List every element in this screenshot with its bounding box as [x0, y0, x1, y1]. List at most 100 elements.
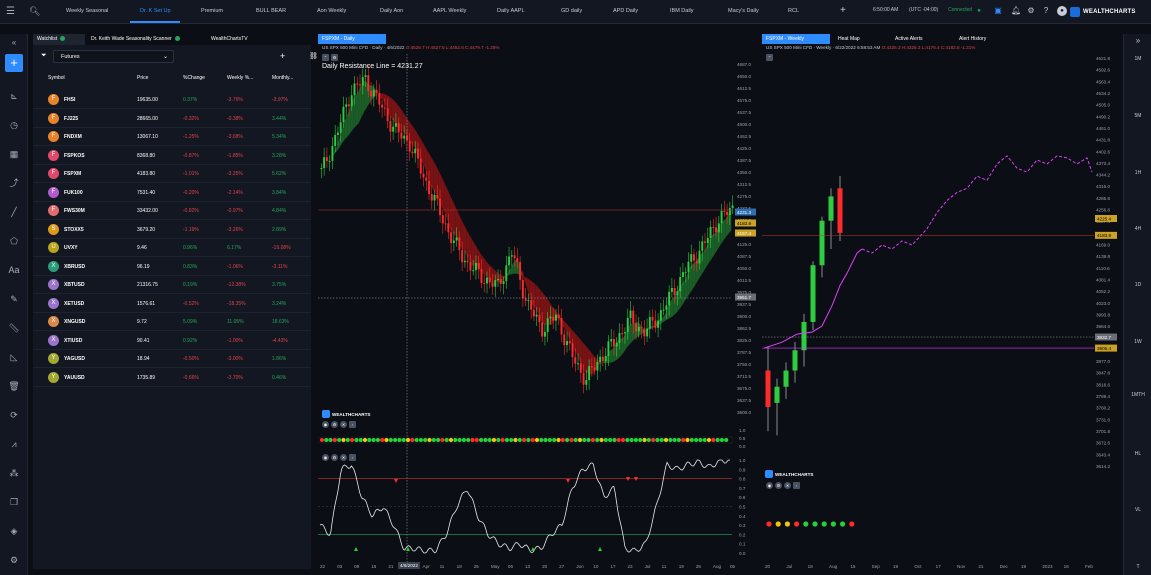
filter-icon[interactable]: ⏷ [41, 52, 47, 60]
tab-watchlist[interactable]: Watchlist [37, 36, 66, 42]
copy-icon[interactable]: ❐ [7, 495, 21, 509]
layout-tab[interactable]: Dr. K Set Up [140, 6, 171, 17]
osc2-expand-icon[interactable]: ▫ [349, 454, 356, 461]
trash-icon[interactable]: 🗑︎ [7, 379, 21, 393]
notification-bell-icon[interactable]: 🔔︎ [1011, 6, 1021, 16]
watchlist-row[interactable]: F FWS30M 33432.00 -0.82% -0.97% 4.84% [33, 202, 311, 220]
add-symbol-button[interactable]: + [280, 51, 285, 61]
layout-tab[interactable]: RCL [788, 6, 799, 17]
weekly-price-chart[interactable]: 4621.8 4592.6 4563.4 4534.2 4505.0 4490.2 4461… [762, 34, 1119, 575]
watchlist-selector[interactable]: Futures ⌄ [53, 50, 174, 63]
watchlist-row[interactable]: F FSPKOS 8368.80 -0.87% -1.85% 3.28% [33, 147, 311, 165]
shapes-icon[interactable]: ⬠ [7, 234, 21, 248]
layout-tab[interactable]: Premium [201, 6, 223, 17]
hamburger-menu-icon[interactable]: ☰ [6, 6, 17, 17]
layout-tab[interactable]: Daily Aon [380, 6, 403, 17]
osc2-remove-icon[interactable]: ✕ [340, 454, 347, 461]
timezone-label[interactable]: (UTC -04:00) [909, 7, 938, 13]
watchlist-row[interactable]: X XETUSD 1576.61 -0.52% -18.35% 3.24% [33, 295, 311, 313]
tab-wealthchartstv[interactable]: WealthChartsTV [211, 36, 248, 42]
add-tab-button[interactable]: + [840, 5, 846, 16]
col-symbol[interactable]: Symbol [48, 75, 65, 81]
settings-icon[interactable]: ⚙ [7, 553, 21, 567]
search-icon[interactable]: 🔍︎ [29, 6, 40, 17]
watchlist-row[interactable]: F FHSI 19635.00 0.37% -3.76% -3.97% [33, 91, 311, 109]
calendar-icon[interactable]: ▦ [7, 147, 21, 161]
link-icon[interactable]: ⛓ [309, 52, 318, 60]
col-monthly[interactable]: Monthly... [272, 75, 293, 81]
user-avatar[interactable]: ● [1057, 6, 1067, 16]
chart2-collapse-icon[interactable]: ⌃ [766, 54, 773, 61]
settings-gear-icon[interactable]: ⚙ [1026, 6, 1036, 16]
osc2-settings-icon[interactable]: ⚙ [331, 454, 338, 461]
layout-tab[interactable]: Aon Weekly [317, 6, 346, 17]
line-draw-icon[interactable]: ╱ [7, 205, 21, 219]
analytics-icon[interactable]: ⩘ [7, 437, 21, 451]
text-tool-icon[interactable]: Aa [7, 263, 21, 277]
interval-button[interactable]: 5M [1124, 113, 1151, 119]
col-price[interactable]: Price [137, 75, 148, 81]
osc1-settings-icon[interactable]: ⚙ [331, 421, 338, 428]
chart2-ind-expand-icon[interactable]: ▫ [793, 482, 800, 489]
osc2-visibility-icon[interactable]: ◉ [322, 454, 329, 461]
layout-tab[interactable]: Daily AAPL [497, 6, 525, 17]
osc1-expand-icon[interactable]: ▫ [349, 421, 356, 428]
chart2-ind-visibility-icon[interactable]: ◉ [766, 482, 773, 489]
col-change[interactable]: %Change [183, 75, 205, 81]
help-icon[interactable]: ? [1041, 6, 1051, 16]
layout-tab[interactable]: IBM Daily [670, 6, 694, 17]
trend-line-icon[interactable]: ⤴ [7, 176, 21, 190]
watchlist-row[interactable]: X XTIUSD 90.41 0.92% -1.00% -4.43% [33, 332, 311, 350]
col-weekly[interactable]: Weekly %... [227, 75, 253, 81]
brush-icon[interactable]: ✎ [7, 292, 21, 306]
watchlist-row[interactable]: Y YAUUSD 1735.89 -0.66% -3.70% 0.46% [33, 369, 311, 387]
daily-price-chart[interactable]: 4687.0 4650.0 4612.5 4575.0 4537.5 4500.0 4462… [317, 34, 756, 575]
scatter-icon[interactable]: ⁂ [7, 466, 21, 480]
tab-alert-history[interactable]: Alert History [955, 34, 990, 44]
layout-tab[interactable]: Macy's Daily [728, 6, 759, 17]
tab-heat-map[interactable]: Heat Map [834, 34, 864, 44]
layout-tab[interactable]: GD daily [561, 6, 582, 17]
clock-icon[interactable]: ◷ [7, 118, 21, 132]
tab-seasonality-scanner[interactable]: Dr. Keith Wade Seasonality Scanner [91, 36, 180, 42]
tab-fspxm-daily[interactable]: FSPXM - Daily [318, 34, 386, 44]
interval-button[interactable]: 1D [1124, 282, 1151, 288]
interval-button[interactable]: T [1124, 564, 1151, 570]
ruler-icon[interactable]: 📏︎ [7, 321, 21, 335]
watchlist-row[interactable]: Y YAGUSD 18.94 -0.50% -3.00% 1.86% [33, 350, 311, 368]
interval-button[interactable]: 1M [1124, 56, 1151, 62]
layout-tab[interactable]: Weekly Seasonal [66, 6, 108, 17]
layout-tab[interactable]: APD Daily [613, 6, 638, 17]
watchlist-row[interactable]: X XNGUSD 9.72 5.09% 11.05% 18.63% [33, 313, 311, 331]
interval-button[interactable]: 1H [1124, 170, 1151, 176]
chart2-ind-remove-icon[interactable]: ✕ [784, 482, 791, 489]
interval-button[interactable]: 1MTH [1124, 392, 1151, 398]
watchlist-row[interactable]: X XBTUSD 21316.75 0.19% -12.38% 3.75% [33, 276, 311, 294]
layers-icon[interactable]: ◈ [7, 524, 21, 538]
watchlist-row[interactable]: F FJ225 28665.00 -0.32% -0.38% 3.44% [33, 110, 311, 128]
collapse-left-icon[interactable]: « [7, 36, 21, 50]
osc1-visibility-icon[interactable]: ◉ [322, 421, 329, 428]
chart1-settings-icon[interactable]: ⚙ [331, 54, 338, 61]
chart2-ind-settings-icon[interactable]: ⚙ [775, 482, 782, 489]
tab-fspxm-weekly[interactable]: FSPXM - Weekly [762, 34, 830, 44]
refresh-icon[interactable]: ⟳ [7, 408, 21, 422]
watchlist-row[interactable]: F FUK100 7531.40 -0.20% -2.14% 3.84% [33, 184, 311, 202]
collapse-right-icon[interactable]: » [1124, 36, 1151, 45]
watchlist-row[interactable]: F FSPXM 4183.80 -1.01% -3.25% 5.62% [33, 165, 311, 183]
layout-tab[interactable]: AAPL Weekly [433, 6, 466, 17]
interval-button[interactable]: 4H [1124, 226, 1151, 232]
save-icon[interactable]: ▣ [993, 6, 1003, 16]
interval-button[interactable]: VL [1124, 507, 1151, 513]
interval-button[interactable]: HL [1124, 451, 1151, 457]
tab-active-alerts[interactable]: Active Alerts [891, 34, 927, 44]
interval-button[interactable]: 1W [1124, 339, 1151, 345]
watchlist-row[interactable]: F FNDXM 13067.10 -1.25% -3.68% 5.34% [33, 128, 311, 146]
add-widget-button[interactable]: + [5, 54, 23, 72]
layout-tab[interactable]: BULL BEAR [256, 6, 286, 17]
osc1-remove-icon[interactable]: ✕ [340, 421, 347, 428]
watchlist-row[interactable]: X XBRUSD 96.19 0.83% -1.06% -3.11% [33, 258, 311, 276]
watchlist-row[interactable]: U UVXY 9.46 0.96% 6.17% -19.08% [33, 239, 311, 257]
watchlist-row[interactable]: S STOXX5 3679.20 -1.19% -3.26% 2.89% [33, 221, 311, 239]
measure-icon[interactable]: ◺ [7, 350, 21, 364]
